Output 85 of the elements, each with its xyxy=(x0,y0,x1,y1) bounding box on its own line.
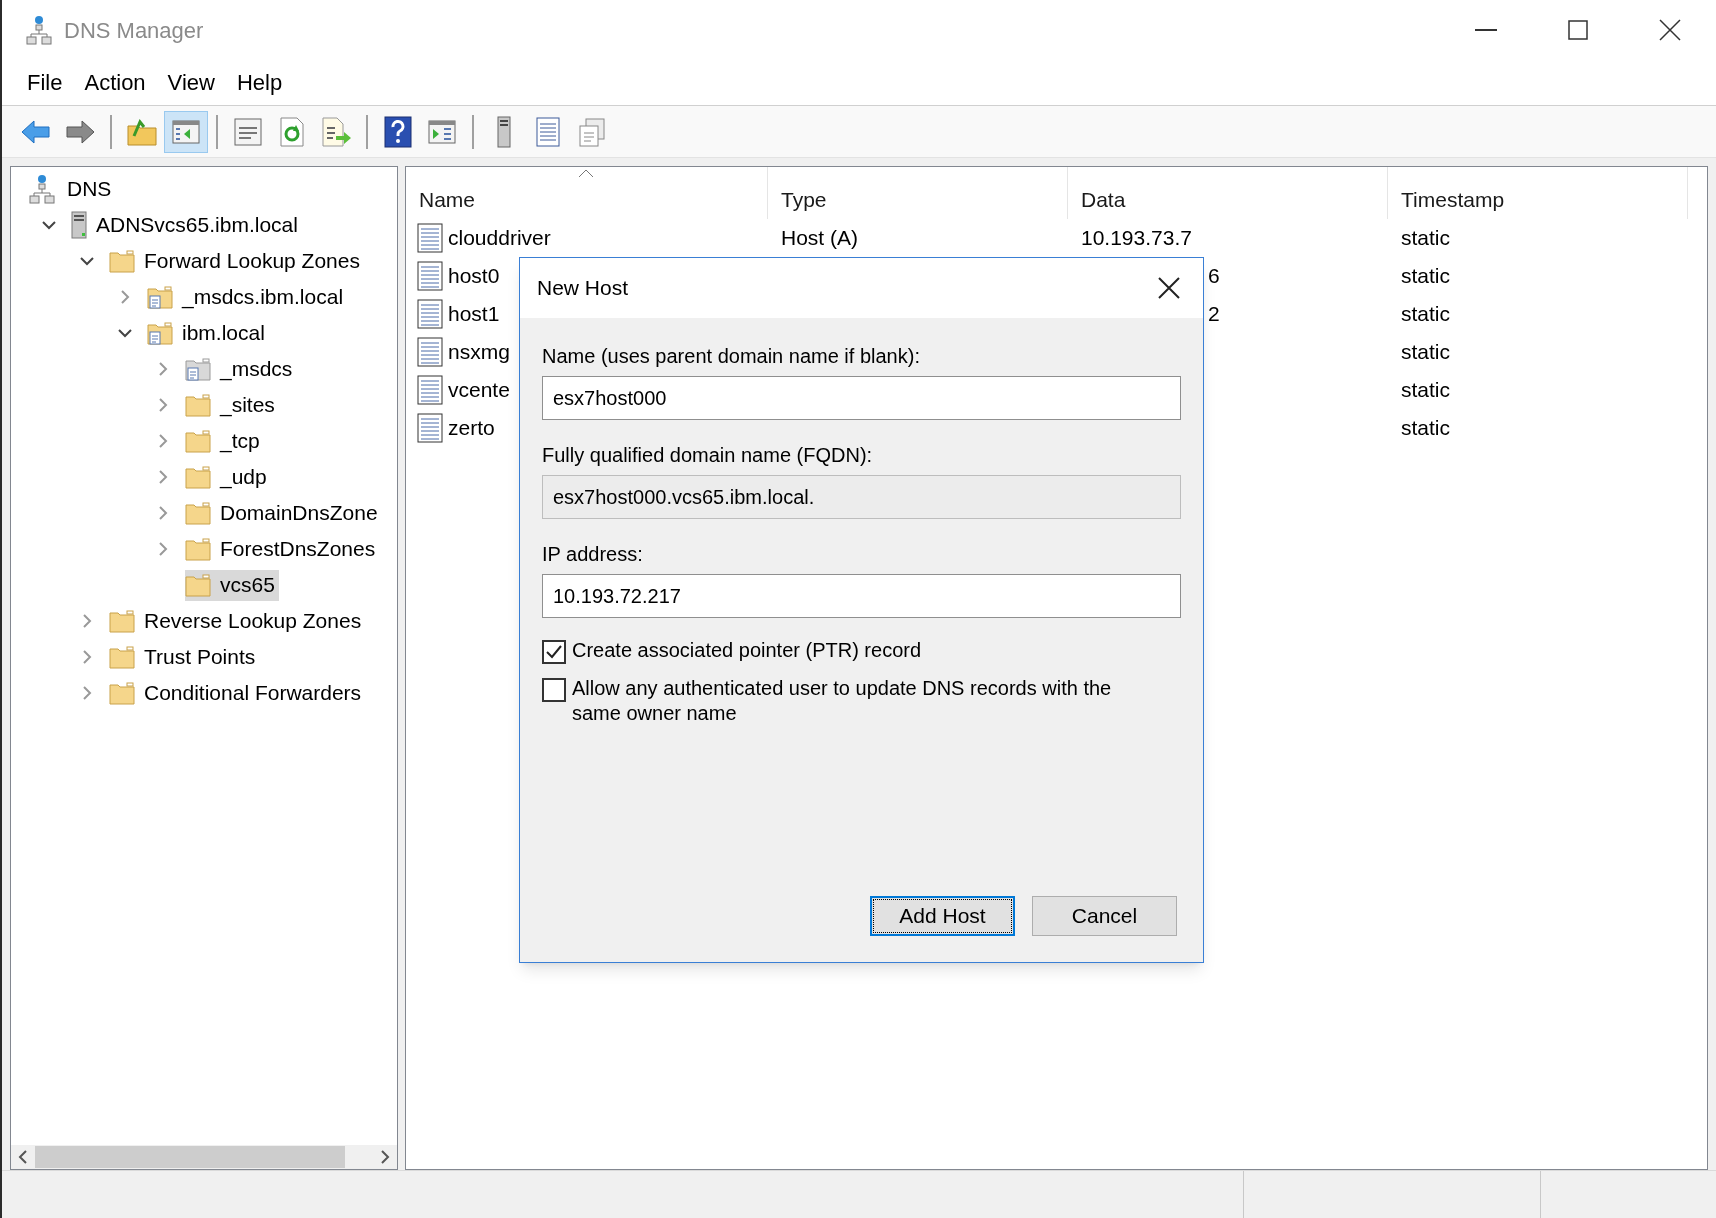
horizontal-scrollbar[interactable] xyxy=(11,1145,397,1169)
field-label: IP address: xyxy=(542,542,644,567)
tree-item[interactable]: _msdcs xyxy=(185,353,297,385)
record-icon xyxy=(416,223,444,253)
record-name[interactable]: clouddriver xyxy=(448,222,551,254)
record-icon xyxy=(416,299,444,329)
close-icon xyxy=(1158,277,1180,299)
minimize-icon xyxy=(1475,29,1497,31)
text-field[interactable]: esx7host000 xyxy=(542,376,1181,420)
tree-item[interactable]: ibm.local xyxy=(147,317,269,349)
record-icon xyxy=(416,375,444,405)
table-cell: static xyxy=(1401,340,1450,364)
folder-icon xyxy=(185,501,211,525)
folder-icon xyxy=(185,573,211,597)
table-cell: 6 xyxy=(1208,264,1220,288)
record-icon xyxy=(416,337,444,367)
record-icon xyxy=(416,413,444,443)
properties-icon xyxy=(232,115,264,148)
record-name[interactable]: host1 xyxy=(448,298,500,330)
maximize-icon xyxy=(1568,20,1588,40)
record-name[interactable]: zerto xyxy=(448,412,495,444)
folder-icon xyxy=(109,609,135,633)
server-icon xyxy=(71,211,87,239)
tree-item[interactable]: _msdcs.ibm.local xyxy=(147,281,348,313)
tree-item[interactable]: Trust Points xyxy=(109,641,260,673)
folder-icon xyxy=(109,249,135,273)
folder-icon xyxy=(109,645,135,669)
table-cell: static xyxy=(1401,226,1450,250)
checkbox[interactable] xyxy=(542,640,566,664)
window-title: DNS Manager xyxy=(64,16,204,45)
record-name[interactable]: host0 xyxy=(448,260,500,292)
tree-item[interactable]: _tcp xyxy=(185,425,264,457)
zone-folder-icon xyxy=(147,285,173,309)
text-field[interactable]: esx7host000.vcs65.ibm.local. xyxy=(542,475,1181,519)
text-field[interactable]: 10.193.72.217 xyxy=(542,574,1181,618)
tree-item[interactable]: _sites xyxy=(185,389,279,421)
checkbox[interactable] xyxy=(542,678,566,702)
column-header[interactable]: Data xyxy=(1068,167,1388,219)
record-name[interactable]: vcente xyxy=(448,374,510,406)
zone-folder-icon xyxy=(147,321,173,345)
field-label: Name (uses parent domain name if blank): xyxy=(542,344,921,369)
export-list-icon xyxy=(320,115,352,148)
tree-item[interactable]: Reverse Lookup Zones xyxy=(109,605,366,637)
folder-icon xyxy=(185,537,211,561)
tree-item[interactable]: DNS xyxy=(29,173,112,205)
tree-item[interactable]: vcs65 xyxy=(185,569,279,601)
folder-icon xyxy=(109,681,135,705)
record-name[interactable]: nsxmg xyxy=(448,336,510,368)
table-cell: Host (A) xyxy=(781,226,858,250)
tree-item[interactable]: Conditional Forwarders xyxy=(109,677,366,709)
table-cell: static xyxy=(1401,416,1450,440)
dialog-title: New Host xyxy=(537,275,629,302)
table-cell: static xyxy=(1401,302,1450,326)
menu-item[interactable]: Help xyxy=(225,66,294,99)
dialog-button[interactable]: Cancel xyxy=(1032,896,1177,936)
scrollbar-thumb[interactable] xyxy=(35,1146,345,1168)
tree-item[interactable]: ADNSvcs65.ibm.local xyxy=(71,209,302,241)
checkbox-label: Create associated pointer (PTR) record xyxy=(572,638,923,663)
column-header[interactable]: Type xyxy=(768,167,1068,219)
record-icon xyxy=(416,261,444,291)
folder-icon xyxy=(185,429,211,453)
folder-icon xyxy=(185,465,211,489)
table-cell: 10.193.73.7 xyxy=(1081,226,1192,250)
tree-item[interactable]: Forward Lookup Zones xyxy=(109,245,364,277)
field-label: Fully qualified domain name (FQDN): xyxy=(542,443,874,468)
dns-network-icon xyxy=(29,174,55,204)
table-cell: 2 xyxy=(1208,302,1220,326)
column-header[interactable]: Name xyxy=(406,167,768,219)
menu-item[interactable]: Action xyxy=(73,66,157,99)
table-cell: static xyxy=(1401,264,1450,288)
dns-network-icon xyxy=(26,15,52,45)
column-header[interactable]: Timestamp xyxy=(1388,167,1688,219)
dialog-button[interactable]: Add Host xyxy=(870,896,1015,936)
tree-item[interactable]: DomainDnsZone xyxy=(185,497,382,529)
copy-icon xyxy=(576,115,608,148)
tree-item[interactable]: _udp xyxy=(185,461,271,493)
close-icon xyxy=(1659,19,1681,41)
folder-icon xyxy=(185,393,211,417)
help-icon xyxy=(382,115,414,148)
menu-item[interactable]: File xyxy=(16,66,74,99)
checkbox-label: Allow any authenticated user to update DNS records with the same owner name xyxy=(572,676,1113,726)
tree-item[interactable]: ForestDnsZones xyxy=(185,533,380,565)
zone-folder-icon xyxy=(185,357,211,381)
menu-item[interactable]: View xyxy=(156,66,226,99)
table-cell: static xyxy=(1401,378,1450,402)
